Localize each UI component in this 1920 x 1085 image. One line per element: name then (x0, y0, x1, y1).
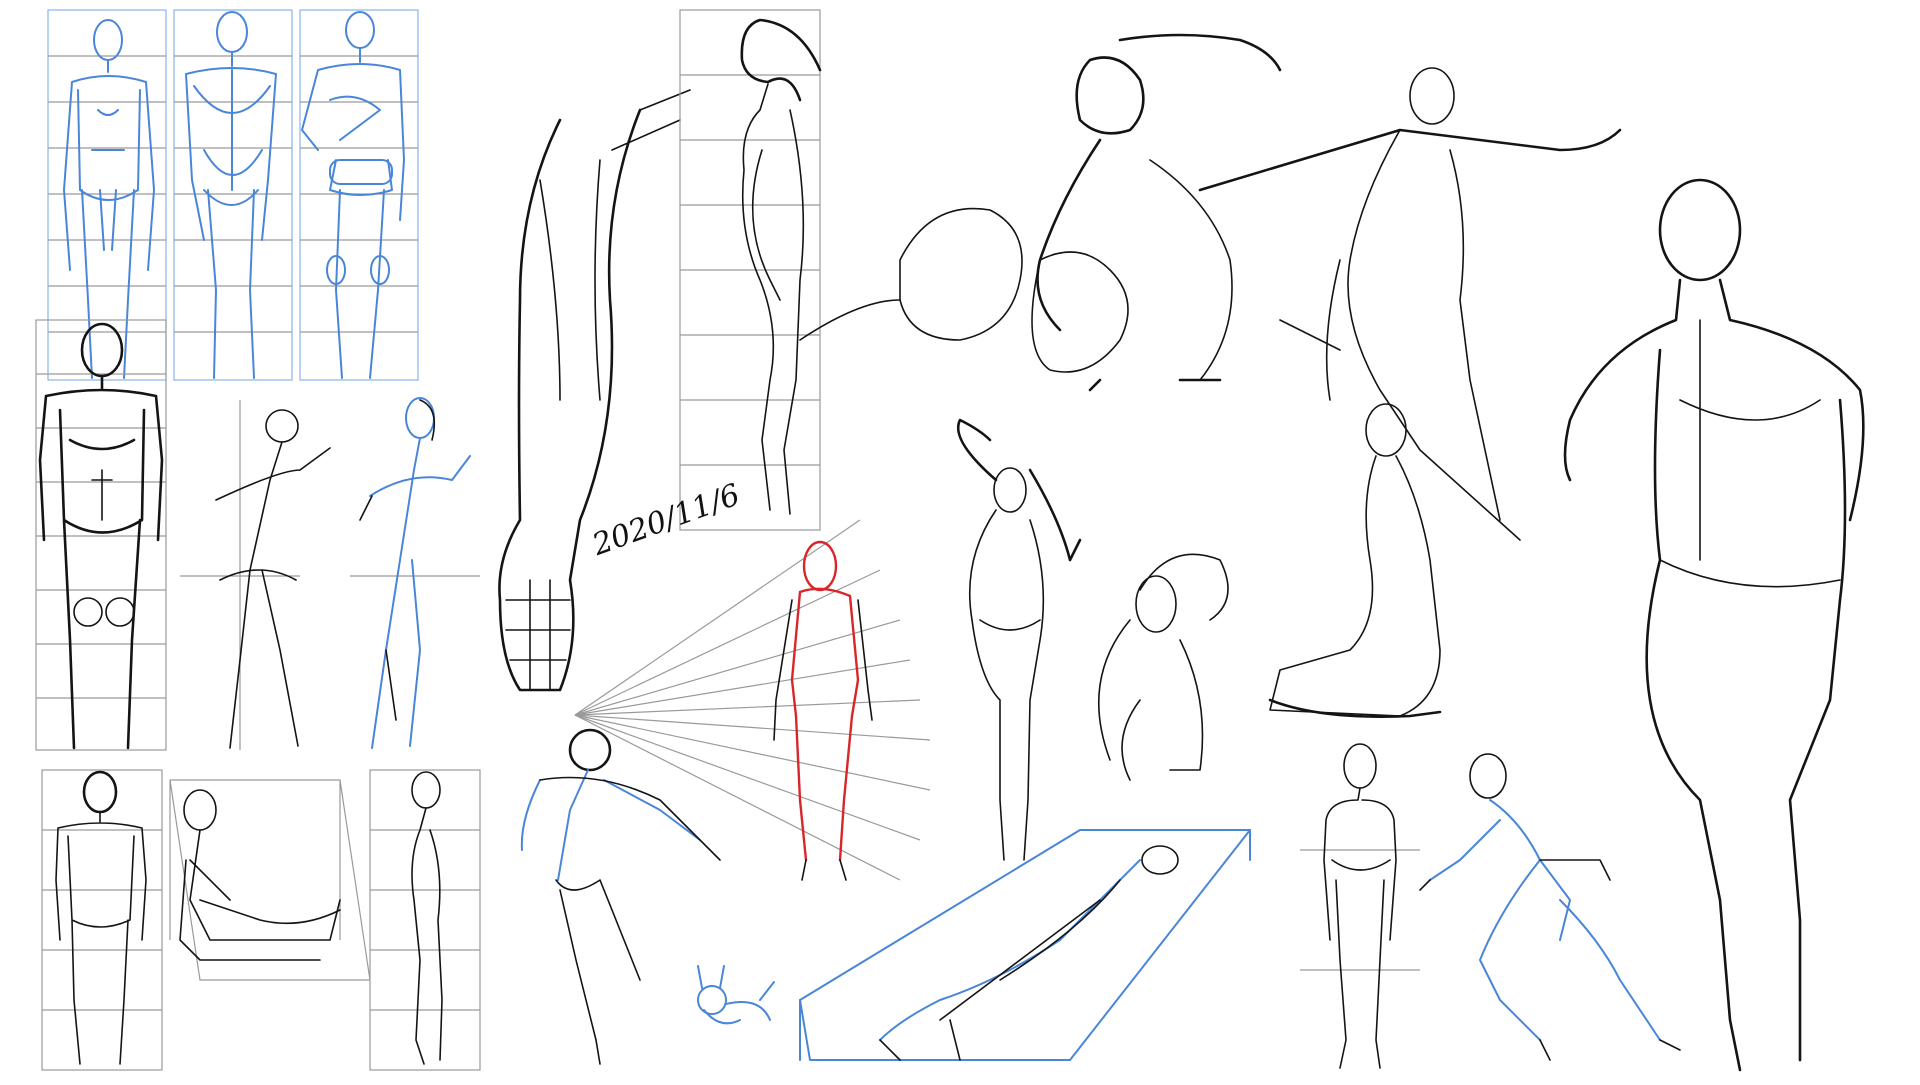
running-figure-right (1419, 753, 1681, 1061)
gesture-figure-black-reaching (180, 400, 331, 750)
standing-woman-front (1300, 743, 1420, 1069)
reclining-figure-perspective-box (799, 829, 1251, 1061)
blue-figure-back (185, 11, 277, 379)
woman-hands-behind-head (1097, 553, 1229, 781)
running-figure-center (520, 728, 721, 1065)
red-mannequin-figure (773, 540, 873, 881)
kneeling-woman (1268, 403, 1442, 718)
crouching-figures-cluster (799, 33, 1282, 392)
figure-drawing-sheet (35, 9, 1865, 1072)
woman-arms-raised (957, 418, 1082, 861)
seated-figure-bottom-left (169, 779, 371, 981)
blue-figure-mannequin (301, 11, 405, 379)
rabbit-doodle (697, 965, 775, 1025)
man-arms-outstretched (1198, 67, 1622, 541)
standing-woman-side-grid (679, 9, 822, 531)
gesture-figure-blue-standing (350, 397, 480, 749)
arm-fist-study (498, 89, 691, 692)
standing-figure-bottom-left (41, 769, 163, 1071)
muscular-back-figure (1563, 178, 1865, 1072)
sketch-canvas (0, 0, 1920, 1080)
side-figure-bottom-left (369, 769, 481, 1071)
perspective-lines (574, 519, 931, 881)
